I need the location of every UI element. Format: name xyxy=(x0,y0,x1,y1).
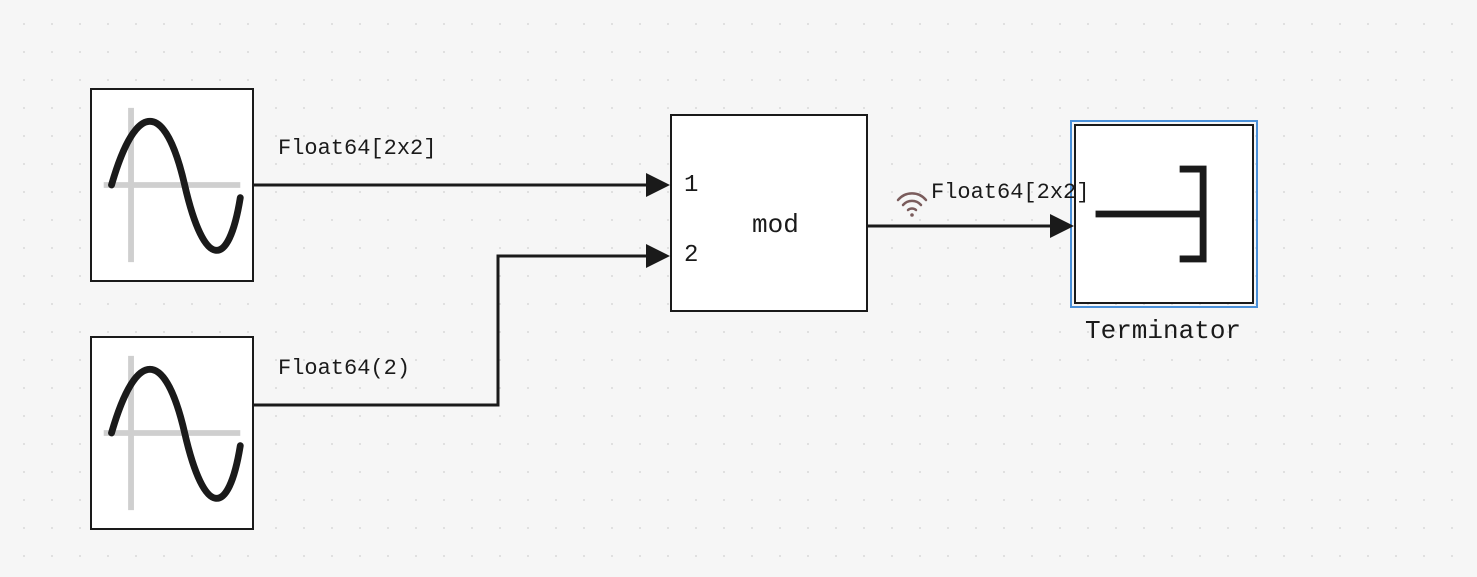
signal-logging-icon xyxy=(898,193,926,216)
block-terminator[interactable] xyxy=(1074,124,1254,304)
block-mod[interactable]: 1 2 mod xyxy=(670,114,868,312)
wire-2 xyxy=(254,256,666,405)
block-sine-source-1[interactable] xyxy=(90,88,254,282)
sine-wave-icon xyxy=(92,90,252,280)
block-sine-source-2[interactable] xyxy=(90,336,254,530)
port-label-in2: 2 xyxy=(684,242,698,269)
sine-wave-icon xyxy=(92,338,252,528)
diagram-canvas[interactable]: 1 2 mod Terminator Float64[2x2] Float64(… xyxy=(0,0,1477,577)
block-mod-label: mod xyxy=(752,210,799,240)
wire-label-2: Float64(2) xyxy=(278,356,410,381)
wire-label-1: Float64[2x2] xyxy=(278,136,436,161)
port-label-in1: 1 xyxy=(684,172,698,199)
terminator-icon xyxy=(1076,126,1252,302)
wire-label-3: Float64[2x2] xyxy=(931,180,1089,205)
block-terminator-label: Terminator xyxy=(1085,316,1241,346)
